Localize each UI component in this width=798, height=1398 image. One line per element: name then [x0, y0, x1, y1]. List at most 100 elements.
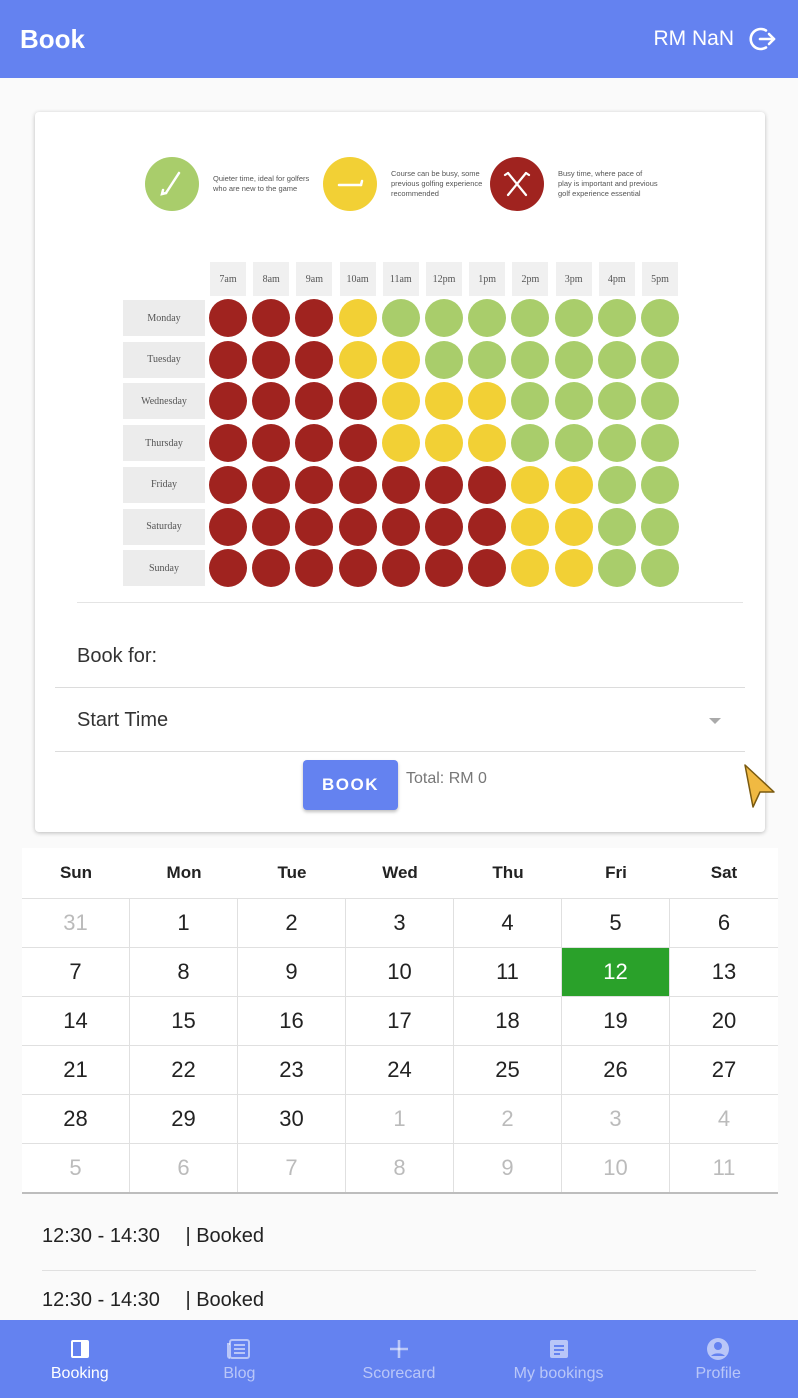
calendar-day[interactable]: 1: [130, 899, 238, 947]
busy-level-dot: [425, 382, 463, 421]
list-item[interactable]: 12:30 - 14:30 | Booked: [42, 1225, 756, 1248]
day-label: Sunday: [123, 550, 205, 587]
calendar-day[interactable]: 8: [346, 1144, 454, 1192]
busy-level-dot: [381, 382, 420, 421]
booking-status: | Booked: [185, 1289, 265, 1311]
calendar-day[interactable]: 8: [130, 948, 238, 996]
start-time-select[interactable]: Start Time: [55, 690, 745, 752]
golf-club-icon: [323, 157, 377, 211]
busy-level-dot: [554, 424, 593, 463]
calendar-day[interactable]: 2: [454, 1095, 562, 1143]
day-label: Thursday: [123, 425, 205, 462]
book-for-select[interactable]: Book for:: [55, 626, 745, 688]
calendar-week-row: 21 22 23 24 25 26 27: [22, 1045, 778, 1094]
busy-level-dot: [381, 340, 420, 379]
balance-text: RM NaN: [653, 27, 734, 50]
busy-level-dot: [554, 549, 593, 588]
calendar-day[interactable]: 7: [22, 948, 130, 996]
weekday-label: Fri: [605, 863, 627, 882]
calendar-day[interactable]: 1: [346, 1095, 454, 1143]
calendar-day[interactable]: 10: [562, 1144, 670, 1192]
logout-icon[interactable]: [748, 24, 778, 54]
busy-level-dot: [338, 465, 377, 504]
calendar-day[interactable]: 4: [670, 1095, 778, 1143]
book-for-label: Book for:: [77, 645, 158, 667]
busy-level-dot: [511, 299, 550, 337]
time-header: 12pm: [426, 262, 462, 296]
calendar-day[interactable]: 3: [346, 899, 454, 947]
calendar-week-row: 5 6 7 8 9 10 11: [22, 1143, 778, 1192]
nav-blog[interactable]: Blog: [160, 1320, 320, 1398]
busy-level-dot: [209, 549, 247, 588]
calendar-day[interactable]: 14: [22, 997, 130, 1045]
golf-club-icon: [145, 157, 199, 211]
calendar-day[interactable]: 23: [238, 1046, 346, 1094]
calendar-day[interactable]: 28: [22, 1095, 130, 1143]
nav-booking[interactable]: Booking: [0, 1320, 160, 1398]
calendar-day[interactable]: 17: [346, 997, 454, 1045]
calendar-day[interactable]: 21: [22, 1046, 130, 1094]
nav-label: Profile: [695, 1365, 741, 1382]
calendar-day-selected[interactable]: 12: [562, 948, 670, 996]
busy-level-dot: [338, 299, 377, 337]
calendar-day[interactable]: 9: [238, 948, 346, 996]
calendar-week-row: 14 15 16 17 18 19 20: [22, 996, 778, 1045]
busy-level-dot: [554, 382, 593, 421]
calendar-day[interactable]: 19: [562, 997, 670, 1045]
calendar-day[interactable]: 30: [238, 1095, 346, 1143]
busy-level-dot: [597, 424, 636, 463]
calendar-day[interactable]: 13: [670, 948, 778, 996]
calendar-day[interactable]: 4: [454, 899, 562, 947]
calendar-day[interactable]: 22: [130, 1046, 238, 1094]
calendar-day[interactable]: 6: [670, 899, 778, 947]
booking-time: 12:30 - 14:30: [42, 1225, 160, 1247]
busy-level-dot: [468, 424, 507, 463]
calendar-day[interactable]: 20: [670, 997, 778, 1045]
time-header: 9am: [296, 262, 333, 296]
calendar-day[interactable]: 7: [238, 1144, 346, 1192]
busy-level-dot: [295, 424, 334, 463]
busy-level-dot: [338, 424, 377, 463]
book-button[interactable]: BOOK: [303, 760, 398, 810]
nav-scorecard[interactable]: Scorecard: [319, 1320, 479, 1398]
calendar-day[interactable]: 10: [346, 948, 454, 996]
busy-level-dot: [468, 299, 507, 337]
calendar-day[interactable]: 26: [562, 1046, 670, 1094]
busy-level-dot: [425, 507, 463, 546]
busy-level-dot: [338, 382, 377, 421]
calendar-day[interactable]: 18: [454, 997, 562, 1045]
calendar-day[interactable]: 3: [562, 1095, 670, 1143]
calendar-day[interactable]: 2: [238, 899, 346, 947]
busy-level-dot: [597, 340, 636, 379]
calendar-day[interactable]: 11: [670, 1144, 778, 1192]
busy-level-dot: [641, 465, 679, 504]
busy-level-dot: [468, 507, 507, 546]
legend-text: Busy time, where pace of play is importa…: [558, 169, 658, 198]
nav-my-bookings[interactable]: My bookings: [479, 1320, 639, 1398]
calendar-day[interactable]: 31: [22, 899, 130, 947]
calendar-day[interactable]: 27: [670, 1046, 778, 1094]
busy-level-dot: [641, 549, 679, 588]
calendar-day[interactable]: 5: [562, 899, 670, 947]
time-header: 2pm: [512, 262, 549, 296]
legend-quiet: Quieter time, ideal for golfers who are …: [145, 157, 313, 211]
calendar-day[interactable]: 5: [22, 1144, 130, 1192]
calendar-day[interactable]: 9: [454, 1144, 562, 1192]
weekday-label: Tue: [277, 863, 307, 882]
day-label: Tuesday: [123, 341, 205, 378]
calendar-day[interactable]: 29: [130, 1095, 238, 1143]
calendar-day[interactable]: 15: [130, 997, 238, 1045]
time-header: 3pm: [555, 262, 592, 296]
divider: [42, 1270, 756, 1271]
nav-profile[interactable]: Profile: [638, 1320, 798, 1398]
busy-level-dot: [252, 382, 291, 421]
calendar-day[interactable]: 25: [454, 1046, 562, 1094]
calendar-day[interactable]: 24: [346, 1046, 454, 1094]
busy-level-dot: [641, 507, 679, 546]
calendar-day[interactable]: 6: [130, 1144, 238, 1192]
list-item[interactable]: 12:30 - 14:30 | Booked: [42, 1289, 756, 1312]
calendar-day[interactable]: 11: [454, 948, 562, 996]
time-header: 5pm: [642, 262, 678, 296]
booking-time: 12:30 - 14:30: [42, 1289, 160, 1311]
calendar-day[interactable]: 16: [238, 997, 346, 1045]
